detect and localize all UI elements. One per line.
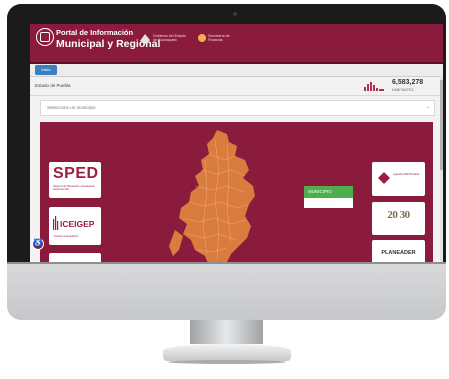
monitor-stand-base [163,344,291,361]
tab-inicio[interactable]: Inicio [35,65,57,75]
agenda-logo-card[interactable]: Agenda 2030 Puebla [372,162,425,196]
municipality-select[interactable]: Seleccione un municipio ⌄ [40,100,435,116]
content-divider [30,95,443,96]
agenda-icon [378,172,390,184]
sped-title: SPED [53,165,99,182]
iceigep-title: ICEIGEP [60,219,95,229]
secretaria-line2: Finanzas [208,38,223,43]
population-label: HABITANTES [392,88,414,92]
population-value: 6,583,278 [392,79,424,86]
site-header: Portal de Información Municipal y Region… [30,24,443,62]
chart-icon [364,82,384,91]
gov-logo-line2: de Guanajuato [153,38,177,43]
monitor-base-shadow [168,360,286,364]
map-panel: SPED Sistema de Planeación y Evaluación … [40,122,433,266]
monitor-chin-edge [7,262,446,264]
monitor-chin [7,262,446,320]
municipio-legend-label: MUNICIPIO [308,189,332,194]
2030-logo-text: 20 30 [387,209,410,221]
site-title-line1[interactable]: Portal de Información [56,28,133,37]
monitor-stand-neck [190,320,263,344]
secretaria-text: Secretaría de Finanzas [208,34,230,42]
planeader-logo-text: PLANEADER [381,250,416,256]
municipality-select-value: Seleccione un municipio [47,105,96,110]
2030-logo-card[interactable]: 20 30 [372,202,425,235]
agenda-text: Agenda 2030 Puebla [393,172,420,176]
breadcrumb: Estado de Puebla [35,83,71,88]
iceigep-bars-icon [53,216,59,230]
state-map[interactable] [165,130,285,266]
legend-blank [304,198,353,208]
gov-logo-text: Gobierno del Estado de Guanajuato [153,34,186,42]
sped-subtitle: Sistema de Planeación y Evaluación del D… [53,185,95,192]
scrollbar-thumb[interactable] [440,80,443,170]
logo-icon[interactable] [36,28,54,46]
chevron-down-icon: ⌄ [425,104,430,110]
accessibility-icon[interactable]: ♿ [32,238,44,250]
iceigep-logo-card[interactable]: ICEIGEP Instituto de Estadística [49,207,101,245]
iceigep-subtitle: Instituto de Estadística [54,235,79,238]
sped-logo-card[interactable]: SPED Sistema de Planeación y Evaluación … [49,162,101,198]
tab-bar: Inicio [30,64,443,77]
monitor-bezel: Portal de Información Municipal y Region… [7,4,446,290]
municipio-legend[interactable]: MUNICIPIO [304,186,353,198]
secretaria-icon [198,34,206,42]
screen: Portal de Información Municipal y Region… [30,24,443,266]
camera-dot [233,12,237,16]
